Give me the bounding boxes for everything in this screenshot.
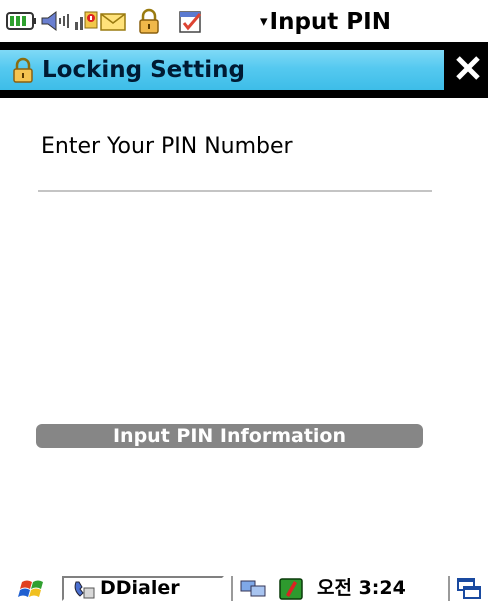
taskbar: DDialer 오전 3:24 — [0, 576, 488, 601]
phone-app-icon — [72, 580, 96, 599]
status-bar: ▾Input PIN — [0, 0, 488, 42]
network-icon[interactable] — [239, 576, 269, 601]
input-pin-information-button[interactable]: Input PIN Information — [36, 424, 423, 448]
dropdown-arrow-icon: ▾ — [260, 12, 268, 30]
ddialer-taskbar-button[interactable]: DDialer — [62, 576, 224, 601]
input-pin-information-label: Input PIN Information — [112, 425, 346, 447]
windows-icon[interactable] — [453, 576, 485, 601]
window-title: Locking Setting — [42, 57, 245, 83]
taskbar-separator — [231, 576, 233, 601]
start-icon[interactable] — [16, 576, 50, 601]
volume-icon[interactable] — [40, 8, 70, 34]
ddialer-label: DDialer — [100, 577, 180, 599]
pin-input[interactable] — [38, 162, 432, 192]
green-app-icon[interactable] — [275, 576, 307, 601]
close-button[interactable] — [448, 42, 488, 98]
calendar-icon[interactable] — [176, 8, 206, 34]
message-icon[interactable] — [98, 8, 128, 34]
lock-icon[interactable] — [134, 8, 164, 34]
clock[interactable]: 오전 3:24 — [317, 576, 406, 601]
title-bar-banner: Locking Setting — [0, 50, 444, 90]
close-icon — [454, 54, 482, 86]
title-bar: Locking Setting — [0, 42, 488, 98]
lock-icon — [10, 56, 36, 84]
battery-icon[interactable] — [6, 8, 36, 34]
taskbar-separator — [448, 576, 450, 601]
status-title-text: Input PIN — [269, 9, 391, 35]
pin-label: Enter Your PIN Number — [41, 134, 293, 159]
status-title[interactable]: ▾Input PIN — [260, 4, 391, 38]
